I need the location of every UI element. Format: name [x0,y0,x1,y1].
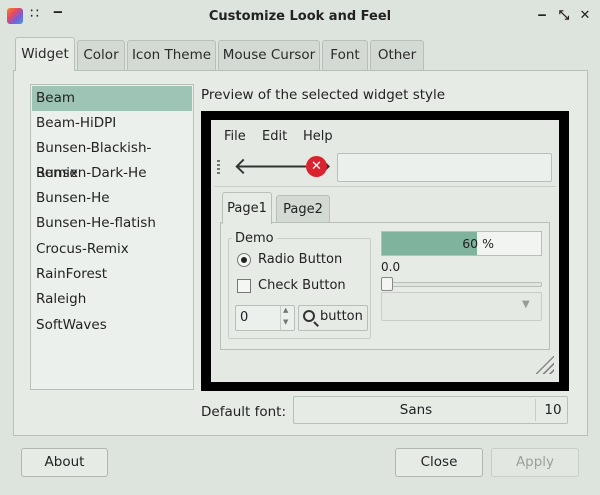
radio-button-label: Radio Button [258,252,343,267]
chevron-down-icon[interactable]: ▼ [522,299,530,310]
tab-mouse-cursor[interactable]: Mouse Cursor [218,40,320,70]
combo-box[interactable] [381,292,542,321]
slider-handle[interactable] [381,277,393,291]
list-item[interactable]: Bunsen-Dark-He [32,161,192,186]
list-item[interactable]: Bunsen-He [32,186,192,211]
preview-menu-edit[interactable]: Edit [262,129,287,144]
tab-other[interactable]: Other [370,40,424,70]
restore-button[interactable]: ⤡ [556,7,572,25]
list-item[interactable]: Beam-HiDPI [32,111,192,136]
demo-group-title: Demo [232,231,277,246]
font-size: 10 [544,402,562,418]
list-item[interactable]: Bunsen-Blackish-Remix [32,136,192,181]
list-item[interactable]: Bunsen-He-flatish [32,211,192,236]
preview-button-label: button [320,309,363,324]
preview-tab-page2[interactable]: Page2 [276,195,330,223]
stop-icon[interactable]: ✕ [306,156,327,177]
default-font-label: Default font: [201,404,287,420]
preview-toolbar-input[interactable] [337,153,552,182]
close-window-button[interactable]: ✕ [577,7,593,25]
spin-value: 0 [240,310,249,325]
radio-button[interactable] [237,253,251,267]
spin-down-icon[interactable]: ▼ [283,318,288,326]
list-item[interactable]: Raleigh [32,287,192,312]
slider-value: 0.0 [381,260,401,274]
list-item[interactable]: SoftWaves [32,313,192,338]
about-button[interactable]: About [21,448,108,477]
tab-widget[interactable]: Widget [15,37,75,71]
window-title: Customize Look and Feel [208,9,392,24]
preview-menu-help[interactable]: Help [303,129,333,144]
slider-track[interactable] [382,282,542,287]
font-name: Sans [399,402,433,418]
close-button[interactable]: Close [395,448,483,477]
spin-up-icon[interactable]: ▲ [283,306,288,314]
widget-style-list[interactable]: Beam Beam-HiDPI Bunsen-Blackish-Remix Bu… [30,84,194,390]
preview-label: Preview of the selected widget style [201,87,446,103]
apply-button[interactable]: Apply [491,448,579,477]
font-separator [535,399,536,421]
toolbar-grip-icon[interactable] [217,160,220,174]
check-button[interactable] [237,279,251,293]
minimize-button[interactable]: ‒ [534,7,550,25]
tab-font[interactable]: Font [322,40,368,70]
check-button-label: Check Button [258,278,346,293]
resize-grip-icon[interactable] [536,356,554,374]
preview-menu-file[interactable]: File [224,129,246,144]
progress-text: 60 % [462,236,494,251]
tab-icon-theme[interactable]: Icon Theme [127,40,216,70]
list-item[interactable]: Beam [32,86,192,111]
list-item[interactable]: RainForest [32,262,192,287]
preview-tab-page1[interactable]: Page1 [222,192,272,224]
toolbar-separator [214,186,556,187]
list-item[interactable]: Crocus-Remix [32,237,192,262]
search-icon [303,310,315,322]
tab-color[interactable]: Color [77,40,125,70]
